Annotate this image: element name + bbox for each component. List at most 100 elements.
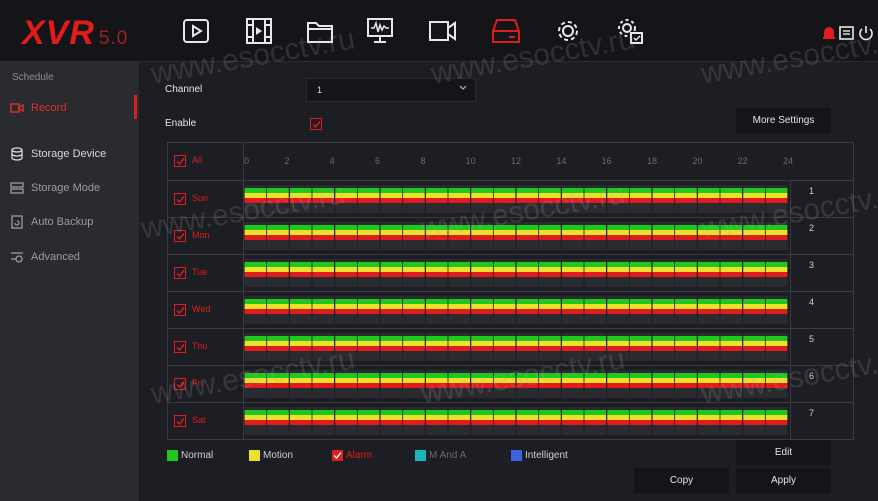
hour-tick: 14 xyxy=(556,156,567,166)
day-timeline[interactable] xyxy=(243,296,789,324)
day-cell: Tue xyxy=(168,255,244,292)
day-checkbox[interactable] xyxy=(174,230,186,242)
apply-button[interactable]: Apply xyxy=(736,468,831,493)
intelligent-swatch xyxy=(511,449,522,461)
legend-label: Intelligent xyxy=(525,449,568,461)
copy-button[interactable]: Copy xyxy=(634,468,729,493)
hour-tick: 2 xyxy=(284,156,290,166)
row-separator xyxy=(790,255,791,292)
all-checkbox[interactable] xyxy=(174,155,186,167)
channel-label: Channel xyxy=(165,84,203,95)
day-label: Wed xyxy=(192,304,211,314)
row-separator xyxy=(790,329,791,366)
day-cell: Wed xyxy=(168,292,244,329)
row-separator xyxy=(790,292,791,329)
playback-icon[interactable] xyxy=(180,16,212,46)
day-timeline[interactable] xyxy=(243,222,789,250)
day-timeline[interactable] xyxy=(243,407,789,435)
schedule-row: Sun 1 xyxy=(168,180,853,218)
video-film-icon[interactable] xyxy=(243,16,275,46)
alarm-swatch xyxy=(332,449,343,461)
legend-item: Motion xyxy=(249,449,293,461)
hour-tick: 20 xyxy=(692,156,703,166)
day-checkbox[interactable] xyxy=(174,341,186,353)
sidebar-item-storage-mode[interactable]: Storage Mode xyxy=(10,178,100,198)
legend-item: Alarm xyxy=(332,449,372,461)
day-label: Tue xyxy=(192,267,208,277)
schedule-row: Tue 3 xyxy=(168,254,853,292)
schedule-row: Wed 4 xyxy=(168,291,853,329)
alert-bell-icon[interactable] xyxy=(820,24,838,42)
sidebar-section-title: Schedule xyxy=(12,72,54,83)
day-checkbox[interactable] xyxy=(174,378,186,390)
all-cell: All xyxy=(168,143,244,180)
edit-button[interactable]: Edit xyxy=(736,440,831,465)
row-number: 2 xyxy=(809,223,815,233)
legend-item: Normal xyxy=(167,449,213,461)
legend-label: Normal xyxy=(181,449,214,461)
enable-label: Enable xyxy=(165,118,197,129)
monitor-waveform-icon[interactable] xyxy=(364,16,396,46)
day-checkbox[interactable] xyxy=(174,415,186,427)
folder-icon[interactable] xyxy=(304,16,336,46)
day-label: Mon xyxy=(192,230,210,240)
storage-drive-icon[interactable] xyxy=(490,16,522,46)
day-timeline[interactable] xyxy=(243,259,789,287)
row-separator xyxy=(790,218,791,255)
row-separator xyxy=(790,366,791,403)
day-cell: Mon xyxy=(168,218,244,255)
hour-tick: 12 xyxy=(511,156,522,166)
row-number: 6 xyxy=(809,371,815,381)
sidebar-item-advanced[interactable]: Advanced xyxy=(10,247,80,267)
hour-tick: 10 xyxy=(465,156,476,166)
day-label: Thu xyxy=(192,341,208,351)
active-marker xyxy=(134,95,137,119)
enable-checkbox[interactable] xyxy=(310,118,322,130)
database-icon xyxy=(11,147,23,161)
all-label: All xyxy=(192,155,203,165)
sidebar-item-record[interactable]: Record xyxy=(10,98,66,118)
legend-label: Motion xyxy=(263,449,294,461)
day-cell: Thu xyxy=(168,329,244,366)
legend-item: M And A xyxy=(415,449,466,461)
legend-label: M And A xyxy=(429,449,467,461)
channel-select[interactable]: 1 xyxy=(306,78,476,102)
backup-icon xyxy=(11,215,23,229)
sidebar-item-auto-backup[interactable]: Auto Backup xyxy=(10,212,93,232)
power-icon[interactable] xyxy=(857,24,875,42)
day-checkbox[interactable] xyxy=(174,193,186,205)
day-timeline[interactable] xyxy=(243,185,789,213)
message-icon[interactable] xyxy=(838,24,856,42)
day-cell: Fri xyxy=(168,366,244,403)
schedule-header-row: All 0 2 4 6 8 10 12 14 16 18 20 22 24 xyxy=(168,143,853,180)
day-cell: Sun xyxy=(168,181,244,218)
camera-icon[interactable] xyxy=(427,16,459,46)
schedule-row: Mon 2 xyxy=(168,217,853,255)
hour-tick: 8 xyxy=(420,156,426,166)
hour-tick: 4 xyxy=(329,156,335,166)
channel-value: 1 xyxy=(317,85,323,95)
row-separator xyxy=(790,181,791,218)
motion-swatch xyxy=(249,449,260,461)
row-separator xyxy=(790,403,791,440)
system-maintenance-icon[interactable] xyxy=(614,16,646,46)
legend-item: Intelligent xyxy=(511,449,568,461)
day-cell: Sat xyxy=(168,403,244,440)
row-number: 7 xyxy=(809,408,815,418)
record-icon xyxy=(10,103,24,113)
day-checkbox[interactable] xyxy=(174,304,186,316)
hour-tick: 0 xyxy=(244,156,250,166)
day-timeline[interactable] xyxy=(243,333,789,361)
settings-gear-icon[interactable] xyxy=(552,16,584,46)
day-timeline[interactable] xyxy=(243,370,789,398)
hour-tick: 22 xyxy=(737,156,748,166)
chevron-down-icon xyxy=(459,85,467,90)
day-label: Fri xyxy=(192,378,203,388)
schedule-grid: All 0 2 4 6 8 10 12 14 16 18 20 22 24 Sun 1 Mon 2 Tue 3 We… xyxy=(167,142,854,440)
day-checkbox[interactable] xyxy=(174,267,186,279)
row-number: 3 xyxy=(809,260,815,270)
more-settings-button[interactable]: More Settings xyxy=(736,108,831,133)
advanced-icon xyxy=(11,252,23,263)
hour-tick: 18 xyxy=(647,156,658,166)
sidebar-item-storage-device[interactable]: Storage Device xyxy=(10,144,106,164)
